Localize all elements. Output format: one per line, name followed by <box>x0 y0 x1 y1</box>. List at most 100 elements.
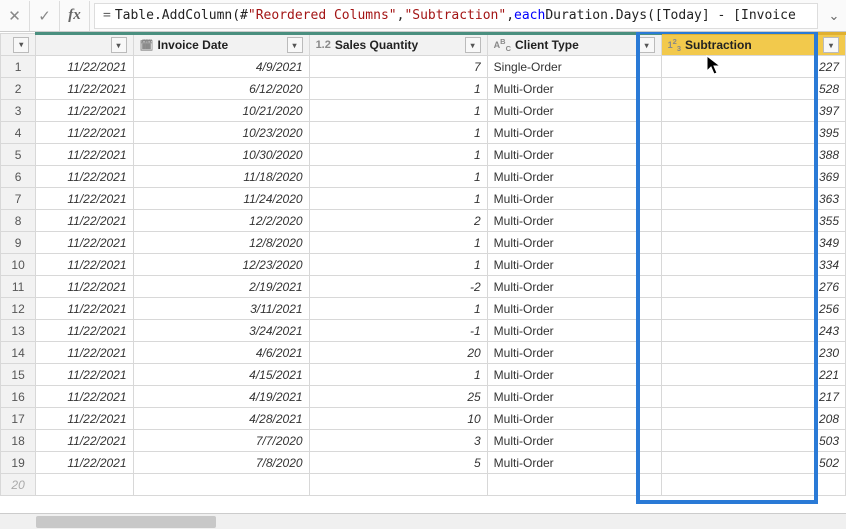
row-number[interactable]: 8 <box>1 210 36 232</box>
cell-today[interactable]: 11/22/2021 <box>36 408 133 430</box>
dropdown-icon[interactable]: ▾ <box>13 37 29 53</box>
column-header-client-type[interactable]: ABC Client Type ▾ <box>487 34 661 56</box>
cell-client-type[interactable]: Multi-Order <box>487 166 661 188</box>
row-number[interactable]: 15 <box>1 364 36 386</box>
cell-invoice-date[interactable]: 4/28/2021 <box>133 408 309 430</box>
cell-today[interactable]: 11/22/2021 <box>36 188 133 210</box>
column-header-invoice-date[interactable]: 🗓 Invoice Date ▾ <box>133 34 309 56</box>
cell-client-type[interactable]: Multi-Order <box>487 276 661 298</box>
cell-sales-quantity[interactable]: 1 <box>309 166 487 188</box>
cell-client-type[interactable]: Multi-Order <box>487 408 661 430</box>
cell-sales-quantity[interactable]: 25 <box>309 386 487 408</box>
cell-invoice-date[interactable]: 12/23/2020 <box>133 254 309 276</box>
cell-today[interactable]: 11/22/2021 <box>36 430 133 452</box>
row-number[interactable]: 7 <box>1 188 36 210</box>
cell-today[interactable]: 11/22/2021 <box>36 210 133 232</box>
cell-sales-quantity[interactable]: -2 <box>309 276 487 298</box>
cell-subtraction[interactable]: 227 <box>661 56 845 78</box>
cell-subtraction[interactable]: 395 <box>661 122 845 144</box>
cell-today[interactable]: 11/22/2021 <box>36 166 133 188</box>
cell-sales-quantity[interactable]: 5 <box>309 452 487 474</box>
scrollbar-thumb[interactable] <box>36 516 216 528</box>
cell-subtraction[interactable]: 276 <box>661 276 845 298</box>
row-number[interactable]: 4 <box>1 122 36 144</box>
cell-today[interactable]: 11/22/2021 <box>36 298 133 320</box>
cell-sales-quantity[interactable]: 1 <box>309 254 487 276</box>
cell-subtraction[interactable]: 256 <box>661 298 845 320</box>
cell-client-type[interactable]: Multi-Order <box>487 100 661 122</box>
row-number[interactable]: 1 <box>1 56 36 78</box>
row-number[interactable]: 6 <box>1 166 36 188</box>
cell-today[interactable]: 11/22/2021 <box>36 78 133 100</box>
cell-client-type[interactable]: Multi-Order <box>487 364 661 386</box>
cell-client-type[interactable]: Multi-Order <box>487 452 661 474</box>
table-row[interactable]: 1911/22/20217/8/20205Multi-Order502 <box>1 452 846 474</box>
cell-client-type[interactable]: Multi-Order <box>487 430 661 452</box>
cell-subtraction[interactable]: 502 <box>661 452 845 474</box>
cell-sales-quantity[interactable]: 1 <box>309 188 487 210</box>
row-number[interactable]: 18 <box>1 430 36 452</box>
table-row[interactable]: 20 <box>1 474 846 496</box>
cell-subtraction[interactable]: 388 <box>661 144 845 166</box>
formula-expand-icon[interactable]: ⌄ <box>822 8 846 24</box>
cell-client-type[interactable]: Multi-Order <box>487 298 661 320</box>
horizontal-scrollbar[interactable] <box>0 513 846 529</box>
cell-sales-quantity[interactable]: 10 <box>309 408 487 430</box>
cell-invoice-date[interactable]: 7/8/2020 <box>133 452 309 474</box>
cancel-button[interactable]: ✕ <box>0 1 30 31</box>
row-number[interactable]: 11 <box>1 276 36 298</box>
cell-sales-quantity[interactable]: 20 <box>309 342 487 364</box>
cell-invoice-date[interactable]: 12/8/2020 <box>133 232 309 254</box>
cell-client-type[interactable]: Multi-Order <box>487 78 661 100</box>
cell-subtraction[interactable]: 528 <box>661 78 845 100</box>
table-row[interactable]: 311/22/202110/21/20201Multi-Order397 <box>1 100 846 122</box>
cell-sales-quantity[interactable]: 1 <box>309 144 487 166</box>
table-row[interactable]: 711/22/202111/24/20201Multi-Order363 <box>1 188 846 210</box>
table-row[interactable]: 1311/22/20213/24/2021-1Multi-Order243 <box>1 320 846 342</box>
table-row[interactable]: 1411/22/20214/6/202120Multi-Order230 <box>1 342 846 364</box>
confirm-button[interactable]: ✓ <box>30 1 60 31</box>
dropdown-icon[interactable]: ▾ <box>287 37 303 53</box>
cell-invoice-date[interactable]: 4/19/2021 <box>133 386 309 408</box>
cell-subtraction[interactable]: 363 <box>661 188 845 210</box>
cell-sales-quantity[interactable]: 1 <box>309 100 487 122</box>
cell-subtraction[interactable]: 208 <box>661 408 845 430</box>
cell-client-type[interactable]: Multi-Order <box>487 188 661 210</box>
row-number[interactable]: 5 <box>1 144 36 166</box>
cell-today[interactable]: 11/22/2021 <box>36 320 133 342</box>
cell-today[interactable]: 11/22/2021 <box>36 232 133 254</box>
cell-invoice-date[interactable]: 4/15/2021 <box>133 364 309 386</box>
cell-invoice-date[interactable]: 7/7/2020 <box>133 430 309 452</box>
cell-sales-quantity[interactable]: 1 <box>309 232 487 254</box>
cell-subtraction[interactable]: 349 <box>661 232 845 254</box>
table-row[interactable]: 1711/22/20214/28/202110Multi-Order208 <box>1 408 846 430</box>
row-number[interactable]: 2 <box>1 78 36 100</box>
cell-invoice-date[interactable]: 4/9/2021 <box>133 56 309 78</box>
cell-client-type[interactable]: Multi-Order <box>487 254 661 276</box>
cell-sales-quantity[interactable]: 7 <box>309 56 487 78</box>
cell-client-type[interactable]: Multi-Order <box>487 210 661 232</box>
cell-subtraction[interactable]: 355 <box>661 210 845 232</box>
cell-subtraction[interactable]: 369 <box>661 166 845 188</box>
cell-subtraction[interactable]: 217 <box>661 386 845 408</box>
cell-client-type[interactable]: Multi-Order <box>487 232 661 254</box>
cell-subtraction[interactable]: 334 <box>661 254 845 276</box>
row-number[interactable]: 17 <box>1 408 36 430</box>
cell-subtraction[interactable]: 503 <box>661 430 845 452</box>
cell-sales-quantity[interactable]: -1 <box>309 320 487 342</box>
table-row[interactable]: 1811/22/20217/7/20203Multi-Order503 <box>1 430 846 452</box>
cell-sales-quantity[interactable]: 1 <box>309 122 487 144</box>
row-number[interactable]: 10 <box>1 254 36 276</box>
cell-sales-quantity[interactable]: 1 <box>309 298 487 320</box>
cell-invoice-date[interactable]: 11/24/2020 <box>133 188 309 210</box>
row-number[interactable]: 12 <box>1 298 36 320</box>
cell-sales-quantity[interactable]: 1 <box>309 78 487 100</box>
table-row[interactable]: 211/22/20216/12/20201Multi-Order528 <box>1 78 846 100</box>
dropdown-icon[interactable]: ▾ <box>465 37 481 53</box>
cell-sales-quantity[interactable]: 2 <box>309 210 487 232</box>
dropdown-icon[interactable]: ▾ <box>639 37 655 53</box>
cell-client-type[interactable]: Multi-Order <box>487 342 661 364</box>
cell-invoice-date[interactable]: 3/24/2021 <box>133 320 309 342</box>
dropdown-icon[interactable]: ▾ <box>823 37 839 53</box>
cell-today[interactable]: 11/22/2021 <box>36 144 133 166</box>
